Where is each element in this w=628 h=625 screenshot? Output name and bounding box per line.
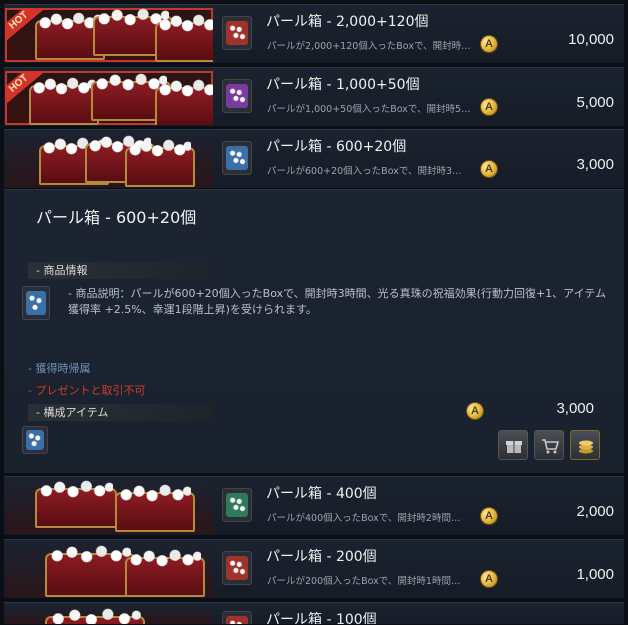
item-thumbnail <box>222 551 252 585</box>
item-thumbnail <box>222 611 252 624</box>
item-title: パール箱 - 2,000+120個 <box>266 14 429 30</box>
shop-item-row[interactable]: HOT パール箱 - 1,000+50個 パールが1,000+50個入ったBox… <box>4 67 624 127</box>
cart-button[interactable] <box>534 430 564 460</box>
item-price: 3,000 <box>576 156 614 173</box>
item-price: 10,000 <box>568 31 614 48</box>
item-thumbnail <box>222 16 252 50</box>
shop-item-row[interactable]: パール箱 - 200個 パールが200個入ったBoxで、開封時1時間… A 1,… <box>4 539 624 599</box>
section-components: - 構成アイテム <box>28 404 214 421</box>
item-banner-image: HOT <box>5 8 213 62</box>
currency-icon: A <box>480 507 498 525</box>
item-title: パール箱 - 600+20個 <box>266 139 407 155</box>
item-banner-image <box>5 480 213 534</box>
item-title: パール箱 - 400個 <box>266 486 377 502</box>
coins-icon <box>579 440 593 454</box>
buy-button[interactable] <box>570 430 600 460</box>
item-price: 1,000 <box>576 566 614 583</box>
item-title: パール箱 - 200個 <box>266 549 377 565</box>
item-description: パールが600+20個入ったBoxで、開封時3… <box>267 166 462 177</box>
gift-icon <box>506 441 522 453</box>
item-description: パールが200個入ったBoxで、開封時1時間… <box>267 576 461 587</box>
section-product-info: - 商品情報 <box>28 262 214 279</box>
detail-price: 3,000 <box>556 400 594 417</box>
shop-item-row[interactable]: パール箱 - 100個 <box>4 602 624 625</box>
bound-on-obtain-label: - 獲得時帰属 <box>28 362 91 375</box>
item-banner-image <box>5 606 213 624</box>
item-description: パールが1,000+50個入ったBoxで、開封時5… <box>267 104 471 115</box>
cart-icon <box>542 439 559 454</box>
shop-item-row-selected[interactable]: パール箱 - 600+20個 パールが600+20個入ったBoxで、開封時3… … <box>4 129 624 189</box>
item-price: 2,000 <box>576 503 614 520</box>
currency-icon: A <box>480 98 498 116</box>
currency-icon: A <box>466 402 484 420</box>
currency-icon: A <box>480 570 498 588</box>
currency-icon: A <box>480 160 498 178</box>
item-title: パール箱 - 1,000+50個 <box>266 77 420 93</box>
item-thumbnail <box>222 141 252 175</box>
item-thumbnail <box>222 79 252 113</box>
detail-description: - 商品説明：パールが600+20個入ったBoxで、開封時3時間、光る真珠の祝福… <box>68 287 607 316</box>
item-banner-image <box>5 543 213 597</box>
gift-button[interactable] <box>498 430 528 460</box>
item-description: パールが2,000+120個入ったBoxで、開封時… <box>267 41 471 52</box>
detail-item-icon <box>22 286 50 320</box>
item-banner-image: HOT <box>5 71 213 125</box>
item-title: パール箱 - 100個 <box>266 612 377 625</box>
item-description: パールが400個入ったBoxで、開封時2時間… <box>267 513 461 524</box>
shop-item-row[interactable]: HOT パール箱 - 2,000+120個 パールが2,000+120個入ったB… <box>4 4 624 64</box>
component-item-icon[interactable] <box>22 426 48 454</box>
shop-item-row[interactable]: パール箱 - 400個 パールが400個入ったBoxで、開封時2時間… A 2,… <box>4 476 624 536</box>
item-banner-image <box>5 133 213 187</box>
currency-icon: A <box>480 35 498 53</box>
no-gift-trade-label: - プレゼントと取引不可 <box>28 384 146 397</box>
item-price: 5,000 <box>576 94 614 111</box>
item-detail-panel: パール箱 - 600+20個 - 商品情報 - 商品説明：パールが600+20個… <box>4 189 624 473</box>
item-thumbnail <box>222 488 252 522</box>
detail-title: パール箱 - 600+20個 <box>36 208 197 227</box>
